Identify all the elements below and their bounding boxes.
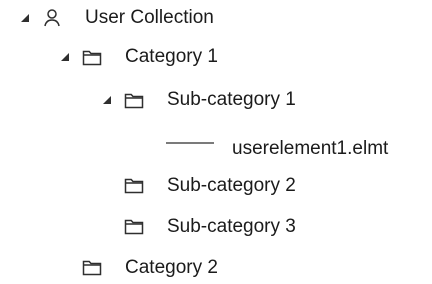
folder-icon bbox=[82, 258, 102, 281]
folder-icon bbox=[82, 48, 102, 71]
tree-node-label: Category 2 bbox=[125, 257, 218, 278]
folder-icon bbox=[124, 217, 144, 240]
tree-node-label: Category 1 bbox=[125, 46, 218, 67]
user-icon bbox=[42, 8, 62, 33]
tree-node-label: Sub-category 1 bbox=[167, 89, 296, 110]
tree-node-label: userelement1.elmt bbox=[232, 138, 389, 159]
tree-node-label: Sub-category 2 bbox=[167, 175, 296, 196]
expanded-triangle-icon[interactable] bbox=[100, 93, 114, 107]
expanded-triangle-icon[interactable] bbox=[18, 11, 32, 25]
folder-icon bbox=[124, 176, 144, 199]
expanded-triangle-icon[interactable] bbox=[58, 50, 72, 64]
tree-view: User Collection Category 1 Sub-category … bbox=[0, 0, 432, 283]
file-line-icon bbox=[166, 133, 214, 151]
tree-node-label: Sub-category 3 bbox=[167, 216, 296, 237]
tree-node-label: User Collection bbox=[85, 7, 214, 28]
folder-icon bbox=[124, 91, 144, 114]
